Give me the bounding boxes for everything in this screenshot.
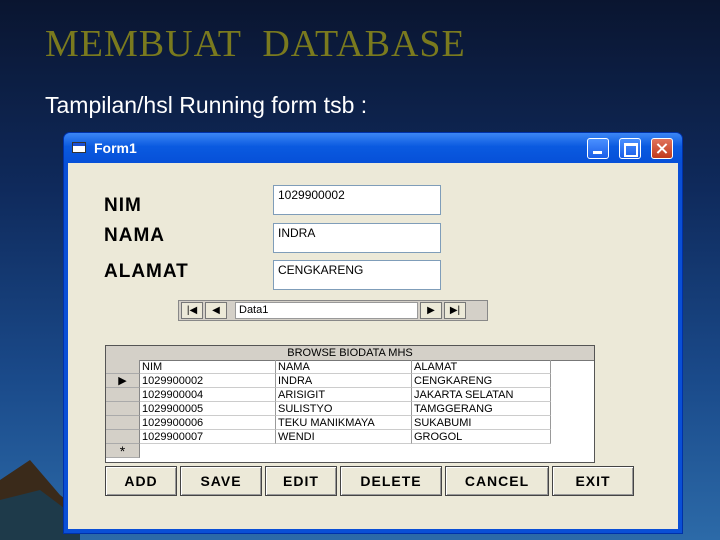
cell-nim[interactable]: 1029900005 (140, 402, 276, 416)
nim-label: NIM (104, 195, 142, 216)
new-row-marker: * (106, 444, 140, 458)
nim-field[interactable]: 1029900002 (273, 185, 441, 215)
last-record-button[interactable]: ▶| (444, 302, 466, 319)
table-row[interactable]: 1029900004 ARISIGIT JAKARTA SELATAN (106, 388, 551, 402)
column-header-nim[interactable]: NIM (140, 360, 276, 374)
data-control-caption: Data1 (235, 302, 418, 319)
table-row[interactable]: ▶ 1029900002 INDRA CENGKARENG (106, 374, 551, 388)
edit-button[interactable]: EDIT (265, 466, 337, 496)
header-selector (106, 360, 140, 374)
cell-alamat[interactable]: SUKABUMI (412, 416, 551, 430)
cell-nim[interactable]: 1029900006 (140, 416, 276, 430)
slide-title: MEMBUAT DATABASE (45, 23, 466, 65)
first-record-button[interactable]: |◀ (181, 302, 203, 319)
add-button[interactable]: ADD (105, 466, 177, 496)
row-selector[interactable] (106, 388, 140, 402)
grid-header-row: NIM NAMA ALAMAT (106, 360, 551, 374)
delete-button[interactable]: DELETE (340, 466, 442, 496)
cancel-button[interactable]: CANCEL (445, 466, 549, 496)
form-client-area: NIM NAMA ALAMAT 1029900002 INDRA CENGKAR… (68, 163, 678, 529)
current-row-indicator: ▶ (106, 374, 140, 388)
cell-nama[interactable]: SULISTYO (276, 402, 412, 416)
cell-alamat[interactable]: JAKARTA SELATAN (412, 388, 551, 402)
maximize-button[interactable] (619, 138, 641, 159)
nama-label: NAMA (104, 225, 165, 246)
app-form-icon (72, 142, 86, 153)
cell-nim[interactable]: 1029900002 (140, 374, 276, 388)
row-selector[interactable] (106, 430, 140, 444)
data1-control: |◀ ◀ Data1 ▶ ▶| (178, 300, 488, 321)
cell-nama[interactable]: WENDI (276, 430, 412, 444)
form1-window: Form1 NIM NAMA ALAMAT 1029900002 INDRA C… (64, 133, 682, 533)
cell-nama[interactable]: INDRA (276, 374, 412, 388)
close-button[interactable] (651, 138, 673, 159)
nama-field[interactable]: INDRA (273, 223, 441, 253)
table-row[interactable]: 1029900005 SULISTYO TAMGGERANG (106, 402, 551, 416)
slide-subtitle: Tampilan/hsl Running form tsb : (45, 92, 368, 118)
table-row[interactable]: 1029900007 WENDI GROGOL (106, 430, 551, 444)
row-selector[interactable] (106, 402, 140, 416)
cell-nim[interactable]: 1029900007 (140, 430, 276, 444)
prev-record-button[interactable]: ◀ (205, 302, 227, 319)
table-row[interactable]: 1029900006 TEKU MANIKMAYA SUKABUMI (106, 416, 551, 430)
grid-caption: BROWSE BIODATA MHS (106, 346, 594, 361)
new-record-row[interactable]: * (106, 444, 551, 458)
row-selector[interactable] (106, 416, 140, 430)
window-title: Form1 (94, 140, 137, 156)
save-button[interactable]: SAVE (180, 466, 262, 496)
minimize-button[interactable] (587, 138, 609, 159)
biodata-grid[interactable]: BROWSE BIODATA MHS NIM NAMA ALAMAT ▶ 102… (105, 345, 595, 463)
next-record-button[interactable]: ▶ (420, 302, 442, 319)
alamat-field[interactable]: CENGKARENG (273, 260, 441, 290)
cell-nama[interactable]: TEKU MANIKMAYA (276, 416, 412, 430)
window-titlebar[interactable]: Form1 (64, 133, 682, 163)
cell-nama[interactable]: ARISIGIT (276, 388, 412, 402)
cell-alamat[interactable]: TAMGGERANG (412, 402, 551, 416)
cell-alamat[interactable]: CENGKARENG (412, 374, 551, 388)
exit-button[interactable]: EXIT (552, 466, 634, 496)
alamat-label: ALAMAT (104, 261, 189, 282)
column-header-nama[interactable]: NAMA (276, 360, 412, 374)
cell-nim[interactable]: 1029900004 (140, 388, 276, 402)
column-header-alamat[interactable]: ALAMAT (412, 360, 551, 374)
cell-alamat[interactable]: GROGOL (412, 430, 551, 444)
